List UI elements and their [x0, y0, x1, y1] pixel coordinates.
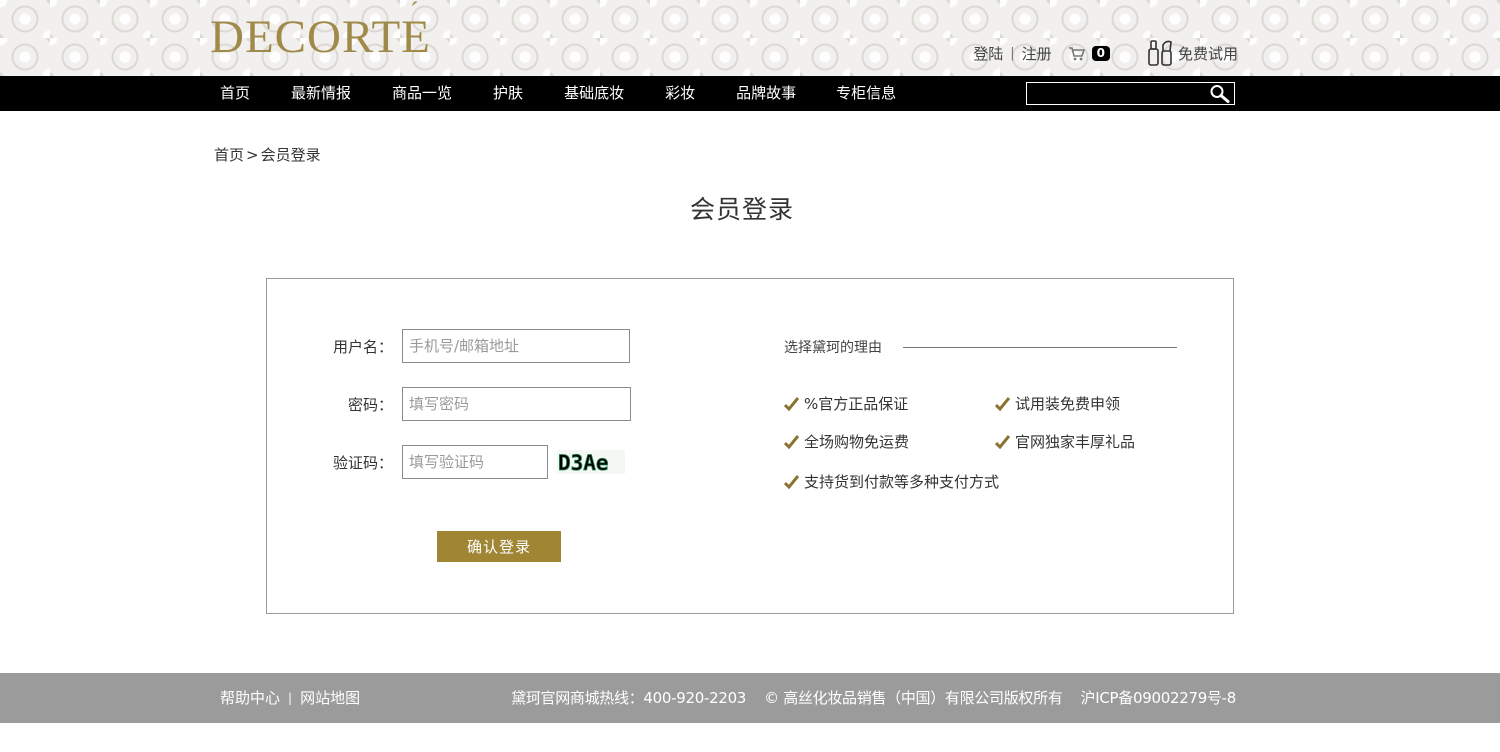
username-row: 用户名： — [267, 329, 630, 363]
captcha-field[interactable] — [402, 445, 548, 479]
nav-item-news[interactable]: 最新情报 — [291, 76, 351, 111]
help-center-link[interactable]: 帮助中心 — [220, 673, 280, 723]
breadcrumb-current: 会员登录 — [260, 146, 321, 164]
breadcrumb-home[interactable]: 首页 — [214, 146, 244, 164]
captcha-text: D3Ae — [558, 451, 609, 474]
password-row: 密码： — [267, 387, 631, 421]
reason-text: 官网独家丰厚礼品 — [1015, 433, 1136, 451]
reason-item: 全场购物免运费 — [783, 431, 910, 452]
login-link[interactable]: 登陆 — [973, 43, 1003, 64]
breadcrumb-separator: > — [246, 146, 259, 164]
reason-text: %官方正品保证 — [804, 395, 909, 413]
nav-item-products[interactable]: 商品一览 — [392, 76, 452, 111]
check-icon — [783, 474, 800, 489]
cosmetics-icon[interactable] — [1146, 39, 1176, 67]
register-link[interactable]: 注册 — [1022, 43, 1052, 64]
footer-links: 帮助中心 | 网站地图 — [220, 673, 360, 723]
reason-text: 支持货到付款等多种支付方式 — [804, 473, 1000, 491]
search-input[interactable] — [1027, 83, 1205, 104]
footer-separator: | — [288, 691, 293, 705]
reason-item: 试用装免费申领 — [994, 393, 1121, 414]
nav-item-skincare[interactable]: 护肤 — [493, 76, 523, 111]
page-title: 会员登录 — [689, 195, 794, 224]
search-box — [1026, 82, 1235, 105]
footer: 帮助中心 | 网站地图 黛珂官网商城热线：400-920-2203 © 高丝化妆品… — [0, 673, 1500, 723]
check-icon — [783, 434, 800, 449]
nav-item-home[interactable]: 首页 — [220, 76, 250, 111]
footer-info: 黛珂官网商城热线：400-920-2203 © 高丝化妆品销售（中国）有限公司版权… — [511, 673, 1236, 723]
reason-item: 官网独家丰厚礼品 — [994, 431, 1136, 452]
username-label: 用户名： — [332, 337, 393, 356]
check-icon — [783, 396, 800, 411]
reason-item: %官方正品保证 — [783, 393, 909, 414]
nav-item-brand-story[interactable]: 品牌故事 — [736, 76, 796, 111]
hotline-text: 黛珂官网商城热线：400-920-2203 — [511, 689, 747, 707]
login-panel: 用户名： 密码： 验证码： D3Ae 确认登录 选择黛珂的理由 %官方正品保证 … — [266, 278, 1234, 614]
reason-item: 支持货到付款等多种支付方式 — [783, 471, 1000, 492]
nav-item-base-makeup[interactable]: 基础底妆 — [564, 76, 624, 111]
confirm-login-button[interactable]: 确认登录 — [437, 531, 561, 562]
captcha-label: 验证码： — [332, 453, 393, 472]
reason-text: 试用装免费申领 — [1015, 395, 1121, 413]
password-label: 密码： — [347, 395, 393, 414]
breadcrumb: 首页 > 会员登录 — [214, 144, 321, 165]
decorte-logo[interactable]: DECORTE ´ — [210, 0, 431, 63]
nav-item-counters[interactable]: 专柜信息 — [836, 76, 896, 111]
check-icon — [994, 396, 1011, 411]
search-icon[interactable] — [1209, 84, 1231, 103]
nav-item-makeup[interactable]: 彩妆 — [665, 76, 695, 111]
main-nav: 首页 最新情报 商品一览 护肤 基础底妆 彩妆 品牌故事 专柜信息 — [220, 76, 896, 111]
copyright-text: © 高丝化妆品销售（中国）有限公司版权所有 — [764, 689, 1063, 707]
header-separator: | — [1010, 45, 1015, 61]
logo-accent: ´ — [410, 0, 420, 26]
cart-count-badge[interactable]: 0 — [1091, 45, 1110, 61]
captcha-image[interactable]: D3Ae — [557, 450, 625, 475]
main-nav-bar: 首页 最新情报 商品一览 护肤 基础底妆 彩妆 品牌故事 专柜信息 — [0, 76, 1500, 111]
logo-text: DECORTE — [210, 11, 431, 63]
username-field[interactable] — [402, 329, 630, 363]
check-icon — [994, 434, 1011, 449]
user-toolbar: 登陆 | 注册 0 免费试用 — [973, 38, 1238, 68]
reason-text: 全场购物免运费 — [804, 433, 910, 451]
reasons-divider — [903, 347, 1177, 348]
reasons-title: 选择黛珂的理由 — [784, 337, 892, 357]
password-field[interactable] — [402, 387, 631, 421]
captcha-row: 验证码： D3Ae — [267, 445, 625, 479]
sitemap-link[interactable]: 网站地图 — [300, 673, 360, 723]
cart-icon[interactable] — [1068, 45, 1086, 61]
icp-text: 沪ICP备09002279号-8 — [1080, 689, 1237, 707]
free-trial-link[interactable]: 免费试用 — [1178, 43, 1238, 64]
